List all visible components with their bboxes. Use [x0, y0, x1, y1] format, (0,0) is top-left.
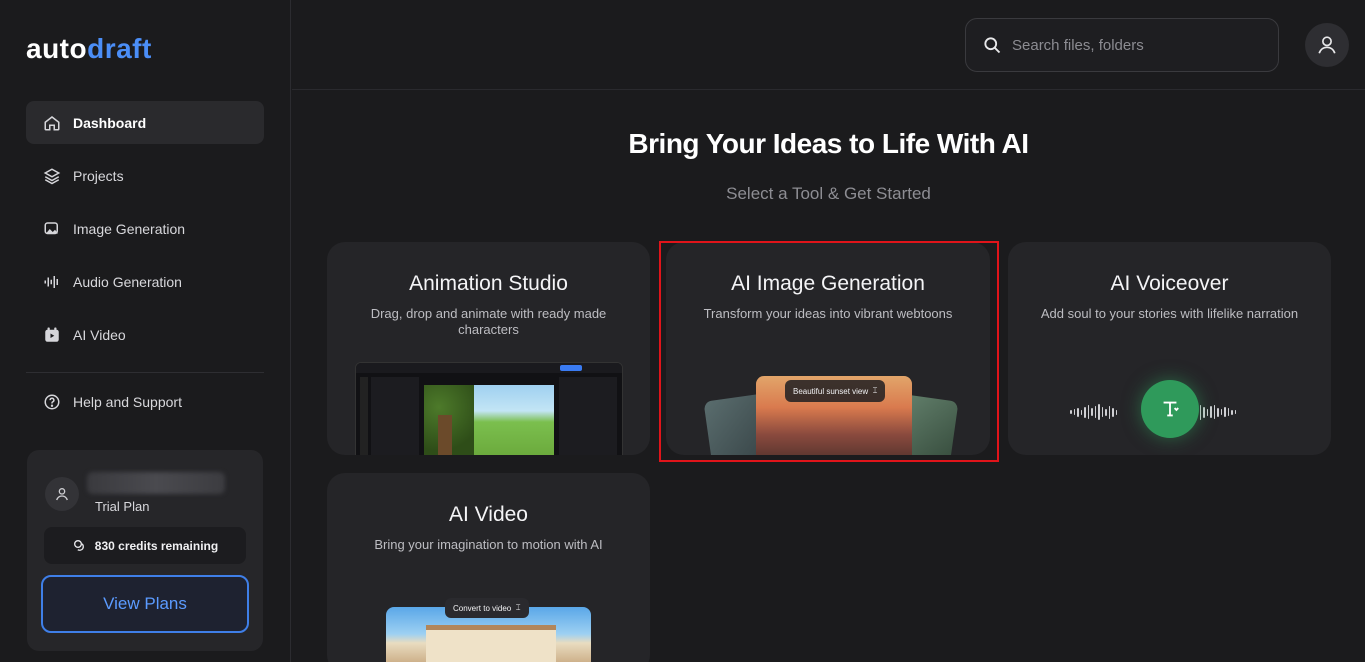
page-title: Bring Your Ideas to Life With AI	[628, 128, 1029, 159]
card-description: Drag, drop and animate with ready made c…	[370, 306, 607, 337]
page-subtitle: Select a Tool & Get Started	[726, 184, 931, 203]
logo-part-auto: auto	[26, 33, 88, 64]
waveform-bar	[1217, 407, 1219, 417]
animation-studio-preview	[355, 362, 623, 455]
cursor-icon: ⌶	[872, 386, 878, 395]
plan-card: Trial Plan 830 credits remaining View Pl…	[27, 450, 263, 651]
sidebar-nav: Dashboard Projects Image Generation Audi…	[26, 101, 264, 366]
waveform-bar	[1084, 406, 1086, 418]
sidebar-item-help[interactable]: Help and Support	[26, 380, 264, 423]
sidebar-item-label: Projects	[73, 167, 124, 184]
coins-icon	[72, 538, 88, 554]
card-description: Bring your imagination to motion with AI	[374, 537, 603, 552]
cursor-icon: ⌶	[515, 603, 521, 612]
convert-pill-text: Convert to video	[453, 603, 512, 613]
waveform-bar	[1098, 404, 1100, 420]
waveform-bar	[1087, 405, 1089, 419]
sidebar-item-label: AI Video	[73, 326, 126, 343]
header-divider	[292, 89, 1365, 90]
waveform-bar	[1094, 406, 1096, 418]
app-root: autodraft Dashboard Projects Image Gener…	[0, 0, 1365, 662]
waveform-bar	[1224, 407, 1226, 417]
sidebar: autodraft Dashboard Projects Image Gener…	[0, 0, 291, 662]
waveform-bar	[1234, 410, 1236, 414]
search-box[interactable]	[965, 18, 1279, 72]
layers-icon	[42, 166, 62, 186]
waveform-bar	[1199, 404, 1201, 420]
logo-part-draft: draft	[87, 33, 152, 64]
tool-card-ai-video[interactable]: AI Video Bring your imagination to motio…	[327, 473, 650, 662]
credits-badge: 830 credits remaining	[44, 527, 246, 564]
video-icon	[42, 325, 62, 345]
user-icon	[1318, 36, 1336, 54]
waveform-bar	[1070, 410, 1072, 414]
prompt-pill-text: Beautiful sunset view	[793, 386, 869, 396]
view-plans-button[interactable]: View Plans	[41, 575, 249, 633]
waveform-bar	[1210, 406, 1212, 418]
waveform-bar	[1077, 407, 1079, 417]
waveform-bar	[1108, 405, 1110, 419]
tool-card-animation-studio[interactable]: Animation Studio Drag, drop and animate …	[327, 242, 650, 455]
sidebar-item-label: Help and Support	[73, 393, 182, 410]
sidebar-item-label: Image Generation	[73, 220, 186, 237]
waveform-bar	[1105, 408, 1107, 416]
tool-card-ai-voiceover[interactable]: AI Voiceover Add soul to your stories wi…	[1008, 242, 1331, 455]
card-description: Add soul to your stories with lifelike n…	[1040, 306, 1299, 321]
logo[interactable]: autodraft	[26, 33, 152, 65]
prompt-pill: Beautiful sunset view ⌶	[785, 380, 886, 402]
sidebar-item-dashboard[interactable]: Dashboard	[26, 101, 264, 144]
sidebar-item-label: Dashboard	[73, 114, 147, 131]
convert-pill: Convert to video ⌶	[445, 598, 529, 618]
waveform-bar	[1115, 409, 1117, 415]
text-to-speech-icon	[1163, 401, 1179, 417]
credits-text: 830 credits remaining	[94, 538, 219, 553]
ai-image-icon	[42, 219, 62, 239]
avatar	[45, 477, 79, 511]
waveform-bar	[1112, 407, 1114, 417]
waveform-bar	[1203, 406, 1205, 418]
waveform-bar	[1227, 408, 1229, 416]
card-title: AI Voiceover	[1110, 272, 1229, 295]
tool-card-ai-image-generation[interactable]: AI Image Generation Transform your ideas…	[666, 242, 990, 455]
voiceover-button	[1141, 380, 1199, 438]
waveform-bar	[1213, 405, 1215, 419]
waveform-bar	[1220, 409, 1222, 415]
home-icon	[42, 113, 62, 133]
user-menu-button[interactable]	[1305, 23, 1349, 67]
sidebar-item-ai-video[interactable]: AI Video	[26, 313, 264, 356]
search-icon	[982, 35, 1002, 55]
waveform-bar	[1231, 409, 1233, 415]
sidebar-item-image-generation[interactable]: Image Generation	[26, 207, 264, 250]
card-description: Transform your ideas into vibrant webtoo…	[703, 306, 953, 321]
waveform-bar	[1073, 409, 1075, 415]
waveform-bar	[1206, 408, 1208, 416]
card-title: AI Video	[448, 503, 528, 526]
sidebar-item-projects[interactable]: Projects	[26, 154, 264, 197]
card-title: Animation Studio	[409, 272, 568, 295]
waveform-bar	[1101, 407, 1103, 417]
user-icon	[56, 488, 68, 501]
help-section: Help and Support	[26, 380, 264, 433]
user-name-blurred	[87, 472, 225, 494]
waveform-bar	[1080, 409, 1082, 415]
search-input[interactable]	[1012, 36, 1252, 54]
audio-wave-icon	[42, 272, 62, 292]
waveform-bar	[1091, 408, 1093, 416]
sidebar-item-label: Audio Generation	[73, 273, 182, 290]
card-title: AI Image Generation	[731, 272, 925, 295]
sidebar-item-audio-generation[interactable]: Audio Generation	[26, 260, 264, 303]
plan-type: Trial Plan	[95, 499, 150, 514]
help-circle-icon	[42, 392, 62, 412]
sidebar-divider	[26, 372, 264, 373]
